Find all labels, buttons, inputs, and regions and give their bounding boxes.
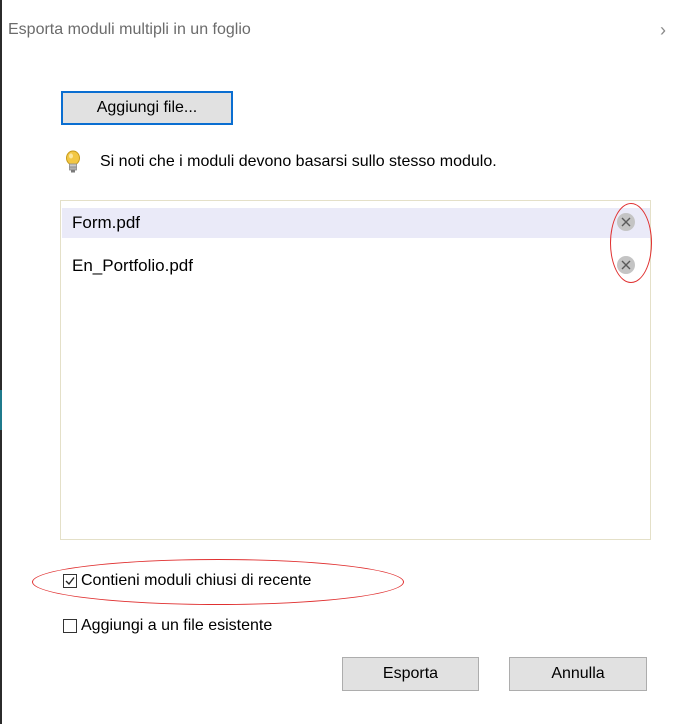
window-left-border — [0, 0, 2, 724]
dialog-title: Esporta moduli multipli in un foglio — [8, 21, 251, 38]
file-name: Form.pdf — [72, 213, 141, 232]
append-existing-checkbox-row[interactable]: Aggiungi a un file esistente — [63, 617, 272, 635]
include-recent-label: Contieni moduli chiusi di recente — [81, 572, 312, 589]
window-edge-marker — [0, 390, 2, 430]
append-existing-checkbox[interactable] — [63, 619, 77, 633]
append-existing-label: Aggiungi a un file esistente — [81, 617, 273, 634]
export-button[interactable]: Esporta — [342, 657, 479, 691]
list-item[interactable]: En_Portfolio.pdf — [62, 251, 650, 281]
remove-file-icon[interactable] — [616, 255, 636, 275]
list-item[interactable]: Form.pdf — [62, 208, 650, 238]
add-file-button[interactable]: Aggiungi file... — [61, 91, 233, 125]
include-recent-checkbox[interactable] — [63, 574, 77, 588]
include-recent-checkbox-row[interactable]: Contieni moduli chiusi di recente — [63, 572, 311, 590]
file-name: En_Portfolio.pdf — [72, 256, 193, 275]
hint-text: Si noti che i moduli devono basarsi sull… — [100, 153, 497, 170]
remove-file-icon[interactable] — [616, 212, 636, 232]
cancel-button[interactable]: Annulla — [509, 657, 647, 691]
file-list[interactable]: Form.pdf En_Portfolio.pdf — [60, 200, 651, 540]
chevron-right-icon[interactable]: › — [660, 20, 674, 40]
hint-row: Si noti che i moduli devono basarsi sull… — [64, 150, 497, 174]
export-forms-dialog: Esporta moduli multipli in un foglio › A… — [0, 0, 678, 724]
lightbulb-icon — [64, 150, 82, 174]
